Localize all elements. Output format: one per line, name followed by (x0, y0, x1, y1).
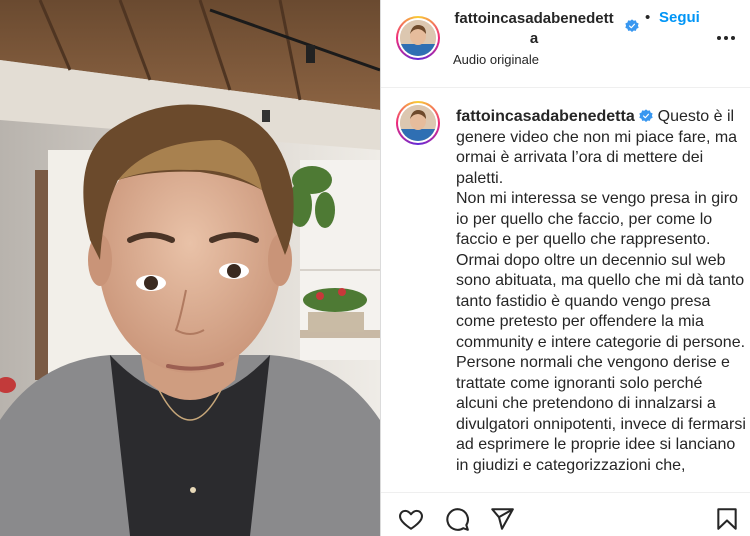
avatar-portrait (400, 105, 436, 141)
caption-text: fattoincasadabenedetta Questo è il gener… (456, 107, 746, 476)
post-sidebar: fattoincasadabenedetta • Segui Audio ori… (380, 0, 750, 536)
author-avatar[interactable] (396, 16, 440, 60)
send-icon[interactable] (489, 506, 515, 532)
caption-username[interactable]: fattoincasadabenedetta (456, 108, 635, 125)
action-bar (381, 492, 750, 536)
bookmark-icon[interactable] (714, 506, 740, 532)
verified-badge-icon (625, 19, 639, 32)
verified-badge-icon (639, 109, 653, 122)
caption-avatar[interactable] (396, 101, 440, 145)
heart-icon[interactable] (398, 506, 424, 532)
post-photo[interactable] (0, 0, 380, 536)
author-username[interactable]: fattoincasadabenedetta (454, 9, 614, 49)
post-header: fattoincasadabenedetta • Segui Audio ori… (381, 0, 750, 88)
follow-button[interactable]: Segui (659, 9, 700, 27)
woman-selfie-photo (0, 0, 380, 536)
caption-section: fattoincasadabenedetta Questo è il gener… (381, 89, 750, 492)
audio-link[interactable]: Audio originale (453, 52, 539, 68)
separator-dot: • (645, 9, 651, 26)
more-options-icon[interactable] (714, 28, 738, 48)
caption-body: Non mi interessa se vengo presa in giro … (456, 190, 746, 474)
comment-icon[interactable] (444, 506, 470, 532)
avatar-portrait (400, 20, 436, 56)
